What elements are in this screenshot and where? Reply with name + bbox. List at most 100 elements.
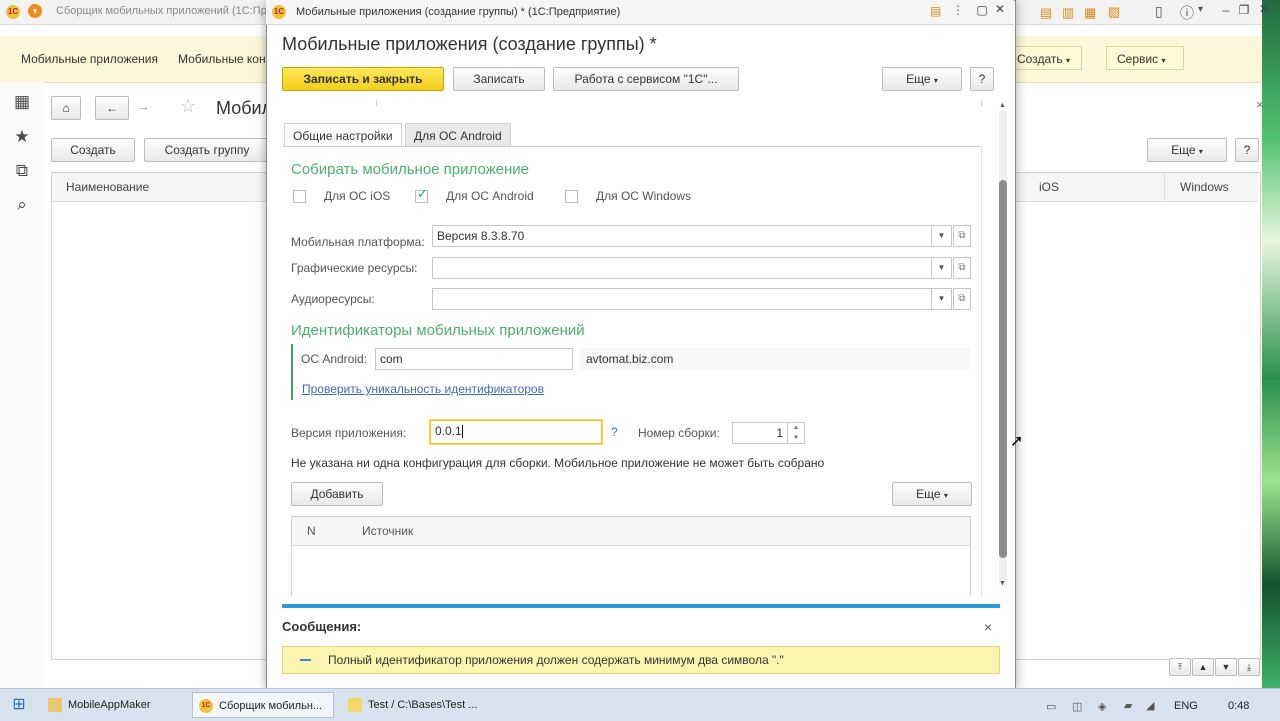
home-button[interactable]: ⌂ bbox=[51, 96, 81, 120]
scroll-bottom-icon[interactable]: ⤓ bbox=[1238, 658, 1260, 676]
create-dropdown[interactable]: Создать ▾ bbox=[1006, 46, 1082, 70]
version-field[interactable]: 0.0.1 bbox=[430, 420, 602, 444]
service-work-button[interactable]: Работа с сервисом "1С"... bbox=[553, 67, 739, 91]
more-dots-icon[interactable]: ⋮ bbox=[952, 3, 964, 17]
chevron-down-icon[interactable]: ▼ bbox=[932, 225, 952, 247]
build-number-field[interactable]: 1 bbox=[732, 422, 788, 444]
mobile-platform-field[interactable]: Версия 8.3.8.70 bbox=[432, 225, 932, 247]
tray-icon[interactable]: ▭ bbox=[1046, 700, 1056, 713]
create-dropdown-label: Создать bbox=[1017, 52, 1063, 66]
close-messages-icon[interactable]: × bbox=[984, 619, 992, 635]
scroll-down-icon[interactable]: ▼ bbox=[999, 580, 1006, 587]
open-icon[interactable]: ⧉ bbox=[953, 288, 971, 310]
taskbar-item-label: Test / C:\Bases\Test ... bbox=[368, 699, 478, 711]
windows-checkbox-label: Для ОС Windows bbox=[596, 189, 691, 203]
android-checkbox[interactable]: ✓ bbox=[415, 186, 428, 203]
maximize-icon[interactable]: ▢ bbox=[974, 3, 990, 17]
scroll-top-icon[interactable]: ⤒ bbox=[1169, 658, 1191, 676]
scroll-down-icon[interactable]: ▼ bbox=[1215, 658, 1237, 676]
taskbar-item-mobileappmaker[interactable]: MobileAppMaker bbox=[42, 692, 187, 718]
more-button[interactable]: Еще ▾ bbox=[1147, 138, 1227, 162]
star-icon[interactable]: ★ bbox=[12, 127, 32, 147]
volume-icon[interactable]: ◢ bbox=[1146, 699, 1154, 712]
chevron-down-icon[interactable]: ▼ bbox=[932, 288, 952, 310]
history-icon[interactable]: ⧉ bbox=[12, 161, 32, 181]
help-button[interactable]: ? bbox=[970, 67, 994, 91]
scroll-up-icon[interactable]: ▲ bbox=[1192, 658, 1214, 676]
column-divider bbox=[1164, 173, 1165, 201]
more-button[interactable]: Еще ▾ bbox=[892, 482, 972, 506]
menu-dropdown-icon[interactable]: ▾ bbox=[28, 4, 42, 18]
group-marker bbox=[291, 344, 293, 400]
windows-checkbox[interactable] bbox=[565, 190, 578, 203]
app-1c-icon: 1С bbox=[272, 5, 286, 19]
column-n[interactable]: N bbox=[307, 524, 316, 538]
save-and-close-button[interactable]: Записать и закрыть bbox=[282, 67, 444, 91]
open-icon[interactable]: ⧉ bbox=[953, 225, 971, 247]
language-indicator[interactable]: ENG bbox=[1174, 700, 1198, 712]
column-source[interactable]: Источник bbox=[362, 524, 413, 538]
stepper-down-icon[interactable]: ▼ bbox=[788, 433, 804, 443]
collect-section-heading: Собирать мобильное приложение bbox=[291, 161, 530, 178]
graphics-field[interactable] bbox=[432, 257, 932, 279]
build-number-stepper[interactable]: ▲ ▼ bbox=[787, 422, 805, 444]
messages-divider[interactable] bbox=[282, 604, 1000, 608]
column-name[interactable]: Наименование bbox=[66, 180, 149, 194]
forward-button[interactable]: → bbox=[136, 98, 150, 114]
close-icon[interactable]: ✕ bbox=[1256, 2, 1272, 16]
column-windows[interactable]: Windows bbox=[1180, 180, 1229, 194]
tab-general-settings[interactable]: Общие настройки bbox=[284, 123, 402, 147]
info-icon[interactable]: ⓘ bbox=[1180, 3, 1194, 23]
history-icon[interactable]: ▤ bbox=[1040, 5, 1052, 21]
save-button[interactable]: Записать bbox=[453, 67, 545, 91]
stepper-up-icon[interactable]: ▲ bbox=[788, 423, 804, 433]
service-dropdown[interactable]: Сервис ▾ bbox=[1106, 46, 1184, 70]
help-button[interactable]: ? bbox=[1235, 138, 1259, 162]
ios-checkbox[interactable] bbox=[293, 190, 306, 203]
back-button[interactable]: ← bbox=[95, 96, 129, 120]
info-dropdown-icon[interactable]: ▾ bbox=[1198, 4, 1203, 15]
create-group-button[interactable]: Создать группу bbox=[144, 138, 270, 162]
favorite-star-icon[interactable]: ☆ bbox=[180, 96, 196, 117]
section-mobile-apps[interactable]: Мобильные приложения bbox=[21, 52, 158, 66]
messages-title: Сообщения: bbox=[282, 619, 362, 634]
add-button[interactable]: Добавить bbox=[291, 482, 383, 506]
audio-field[interactable] bbox=[432, 288, 932, 310]
minimize-icon[interactable]: – bbox=[1218, 3, 1234, 17]
grid-menu-icon[interactable]: ▦ bbox=[12, 92, 32, 112]
more-button[interactable]: Еще ▾ bbox=[882, 67, 962, 91]
link-icon[interactable]: ▤ bbox=[930, 4, 941, 18]
column-ios[interactable]: iOS bbox=[1039, 180, 1059, 194]
create-button[interactable]: Создать bbox=[51, 138, 135, 162]
favorites-icon[interactable]: ▥ bbox=[1062, 5, 1074, 21]
taskbar-item-builder[interactable]: 1С Сборщик мобильн... bbox=[192, 692, 334, 718]
taskbar-item-test[interactable]: Test / C:\Bases\Test ... bbox=[342, 692, 490, 718]
search-icon[interactable]: ⌕ bbox=[12, 195, 32, 215]
tray-icon[interactable]: ◈ bbox=[1098, 700, 1106, 713]
open-icon[interactable]: ⧉ bbox=[953, 257, 971, 279]
windows-start-icon[interactable]: ⊞ bbox=[8, 694, 30, 714]
tab-android[interactable]: Для ОС Android bbox=[405, 123, 511, 147]
version-help-icon[interactable]: ? bbox=[611, 425, 618, 439]
close-icon[interactable]: ✕ bbox=[992, 2, 1008, 16]
more-button-label: Еще bbox=[1171, 143, 1196, 157]
taskbar-item-label: Сборщик мобильн... bbox=[219, 700, 323, 712]
chevron-down-icon[interactable]: ▼ bbox=[932, 257, 952, 279]
version-label: Версия приложения: bbox=[291, 426, 407, 440]
calendar-icon[interactable]: ▧ bbox=[1108, 4, 1120, 20]
tray-icon[interactable]: ▰ bbox=[1124, 699, 1132, 712]
tray-icon[interactable]: ◫ bbox=[1072, 700, 1082, 713]
folder-icon bbox=[48, 698, 62, 712]
scrollbar-thumb[interactable] bbox=[999, 180, 1007, 558]
scroll-up-icon[interactable]: ▲ bbox=[999, 102, 1006, 109]
app-1c-icon: 1С bbox=[6, 5, 20, 19]
notes-icon[interactable]: ▦ bbox=[1084, 5, 1096, 21]
clipped-row bbox=[282, 100, 982, 106]
restore-icon[interactable]: ❐ bbox=[1236, 3, 1252, 17]
check-uniqueness-link[interactable]: Проверить уникальность идентификаторов bbox=[302, 382, 544, 396]
clock[interactable]: 0:48 bbox=[1228, 700, 1249, 712]
panels-icon[interactable]: ▯ bbox=[1155, 3, 1163, 20]
android-id-field[interactable]: com bbox=[375, 348, 573, 370]
section-mobile-configs[interactable]: Мобильные кон bbox=[178, 52, 266, 66]
close-form-icon[interactable]: × bbox=[1256, 97, 1264, 112]
